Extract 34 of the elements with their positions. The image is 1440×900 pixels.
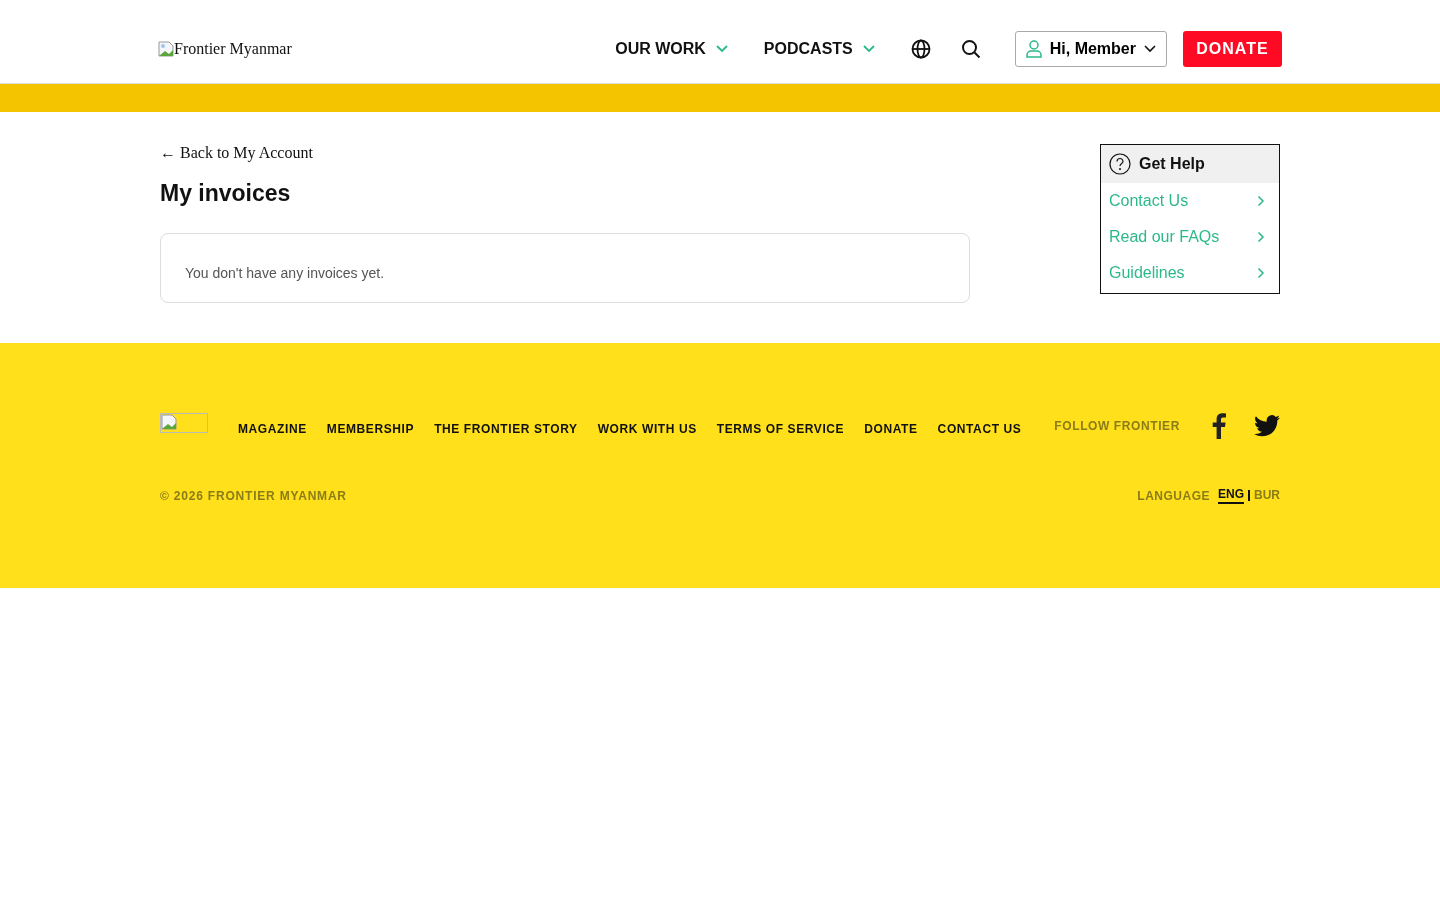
- language-option[interactable]: ENG: [1218, 487, 1244, 504]
- broken-image-icon: [158, 40, 174, 57]
- help-title: Get Help: [1139, 155, 1205, 173]
- footer-link[interactable]: DONATE: [864, 422, 918, 436]
- back-link[interactable]: ← Back to My Account: [160, 144, 970, 162]
- user-icon: [1025, 39, 1042, 58]
- search-icon[interactable]: [960, 38, 981, 59]
- nav-menu-link[interactable]: PODCASTS: [763, 39, 875, 58]
- broken-image-icon: [161, 414, 177, 430]
- chevron-right-icon: [1257, 267, 1265, 279]
- chevron-down-icon: [1144, 44, 1156, 53]
- logo-link[interactable]: Frontier Myanmar: [158, 39, 292, 58]
- footer-link[interactable]: TERMS OF SERVICE: [716, 422, 845, 436]
- language-label: LANGUAGE: [1137, 488, 1210, 503]
- donate-button[interactable]: DONATE: [1183, 30, 1282, 67]
- chevron-right-icon: [1257, 195, 1265, 207]
- facebook-icon[interactable]: [1212, 413, 1226, 439]
- copyright-text: © 2026 FRONTIER MYANMAR: [160, 488, 347, 503]
- nav-menu-link[interactable]: OUR WORK: [615, 39, 728, 58]
- question-icon: [1109, 153, 1131, 175]
- globe-icon[interactable]: [910, 38, 931, 59]
- footer-link[interactable]: CONTACT US: [937, 422, 1022, 436]
- footer-link[interactable]: MAGAZINE: [238, 422, 307, 436]
- account-menu-button[interactable]: Hi, Member: [1014, 30, 1167, 67]
- chevron-right-icon: [1257, 231, 1265, 243]
- footer-link[interactable]: MEMBERSHIP: [326, 422, 415, 436]
- empty-message: You don't have any invoices yet.: [185, 265, 385, 281]
- chevron-down-icon: [862, 44, 875, 53]
- bird-icon[interactable]: [1254, 415, 1280, 437]
- follow-label: FOLLOW FRONTIER: [1054, 419, 1180, 433]
- footer-link[interactable]: WORK WITH US: [597, 422, 697, 436]
- chevron-down-icon: [715, 44, 728, 53]
- page-title: My invoices: [160, 180, 292, 207]
- footer-link[interactable]: THE FRONTIER STORY: [434, 422, 578, 436]
